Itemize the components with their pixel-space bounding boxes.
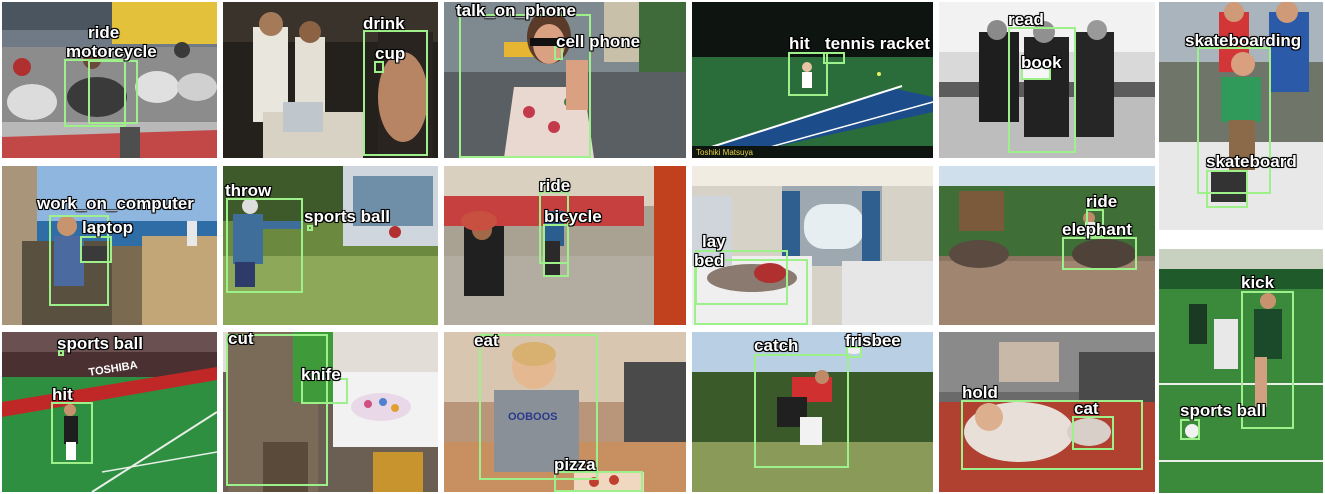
tennis-match-image: [2, 332, 217, 492]
tile-talk-on-phone: talk_on_phone cell phone: [444, 2, 686, 158]
label-object: elephant: [1062, 220, 1132, 239]
bbox-sports-ball: [1180, 419, 1200, 440]
tile-ride-motorcycle: ride motorcycle: [2, 2, 217, 158]
bbox-person: [754, 354, 849, 468]
bbox-person: [961, 400, 1143, 470]
label-verb: ride: [88, 23, 120, 42]
bbox-person: [788, 52, 828, 96]
label-object: cell phone: [556, 32, 641, 51]
bbox-tennis-racket: [823, 52, 845, 64]
bbox-skateboard: [1206, 170, 1248, 208]
bbox-person: [226, 198, 303, 293]
label-verb: ride: [1086, 192, 1118, 211]
label-object: skateboard: [1206, 152, 1297, 171]
tile-hit-sports-ball: TOSHIBA hit sports ball: [2, 332, 217, 492]
label-object: tennis racket: [825, 34, 930, 53]
label-object: sports ball: [57, 334, 143, 353]
bbox-bicycle: [543, 224, 569, 277]
label-verb: catch: [754, 336, 799, 355]
bbox-pizza: [554, 471, 643, 492]
label-object: knife: [301, 365, 341, 384]
tile-cut-knife: cut knife: [223, 332, 438, 492]
bbox-cat: [1072, 416, 1114, 450]
bbox-motorcycle: [88, 60, 138, 124]
bbox-person: [51, 402, 93, 464]
label-object: sports ball: [304, 207, 390, 226]
tile-kick-sports-ball: kick sports ball: [1159, 249, 1323, 493]
label-object: bed: [694, 251, 725, 270]
label-verb: hold: [962, 383, 998, 402]
label-verb: hit: [789, 34, 810, 53]
label-verb: drink: [363, 14, 405, 33]
label-object: laptop: [82, 218, 133, 237]
label-verb: eat: [474, 332, 499, 350]
photo-credit: Toshiki Matsuya: [696, 148, 753, 157]
label-verb: hit: [52, 385, 73, 404]
bbox-laptop: [80, 236, 112, 263]
label-verb: ride: [539, 176, 571, 195]
label-verb: talk_on_phone: [456, 2, 576, 20]
label-object: motorcycle: [66, 42, 157, 61]
label-verb: work_on_computer: [37, 194, 194, 213]
tile-ride-bicycle: ride bicycle: [444, 166, 686, 325]
label-object: bicycle: [544, 207, 602, 226]
label-verb: cut: [228, 332, 254, 348]
label-verb: kick: [1241, 273, 1275, 292]
tile-work-on-computer: work_on_computer laptop: [2, 166, 217, 325]
label-verb: read: [1008, 10, 1044, 29]
tile-throw-sports-ball: throw sports ball: [223, 166, 438, 325]
bbox-elephant: [1062, 237, 1137, 270]
label-verb: lay: [702, 232, 726, 251]
label-object: pizza: [554, 455, 596, 474]
tile-eat-pizza: OOBOOS eat pizza: [444, 332, 686, 492]
label-verb: throw: [225, 181, 272, 200]
tile-catch-frisbee: catch frisbee: [692, 332, 933, 492]
tile-read-book: read book: [939, 2, 1155, 158]
bbox-person: [1008, 27, 1076, 153]
label-object: frisbee: [845, 332, 901, 350]
tile-lay-bed: lay bed: [692, 166, 933, 325]
bbox-person: [226, 334, 328, 486]
label-object: cat: [1074, 399, 1099, 418]
tile-drink-cup: drink cup: [223, 2, 438, 158]
label-object: book: [1021, 53, 1062, 72]
label-object: cup: [375, 44, 406, 63]
tile-skateboarding: skateboarding skateboard: [1159, 2, 1323, 230]
tile-ride-elephant: ride elephant: [939, 166, 1155, 325]
tile-hold-cat: hold cat: [939, 332, 1155, 492]
label-verb: skateboarding: [1185, 31, 1302, 50]
label-object: sports ball: [1180, 401, 1266, 420]
tile-hit-tennis-racket: hit tennis racket Toshiki Matsuya: [692, 2, 933, 158]
